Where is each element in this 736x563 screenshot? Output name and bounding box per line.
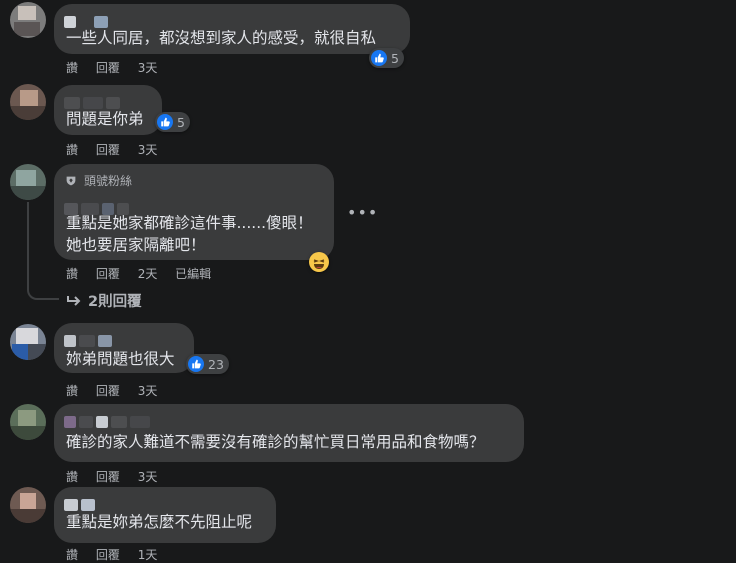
more-options-icon[interactable]: ••• bbox=[347, 203, 378, 222]
reply-button[interactable]: 回覆 bbox=[96, 143, 120, 157]
like-button[interactable]: 讚 bbox=[66, 61, 78, 75]
comment-text: 一些人同居，都沒想到家人的感受，就很自私 bbox=[66, 29, 377, 47]
view-replies-link[interactable]: 2則回覆 bbox=[66, 290, 142, 311]
reply-button[interactable]: 回覆 bbox=[96, 267, 120, 281]
reply-button[interactable]: 回覆 bbox=[96, 61, 120, 75]
commenter-name[interactable] bbox=[64, 496, 98, 511]
like-button[interactable]: 讚 bbox=[66, 470, 78, 484]
commenter-name[interactable] bbox=[64, 332, 115, 347]
avatar[interactable] bbox=[10, 2, 46, 38]
reply-count: 2則回覆 bbox=[88, 294, 142, 310]
reaction-number: 5 bbox=[177, 114, 185, 130]
timestamp[interactable]: 3天 bbox=[138, 61, 158, 75]
timestamp[interactable]: 1天 bbox=[138, 548, 158, 562]
comment-text-line1: 重點是她家都確診這件事......傻眼！ bbox=[66, 214, 313, 232]
comment-actions: 讚 回覆 3天 bbox=[66, 59, 171, 76]
commenter-name[interactable] bbox=[64, 94, 123, 109]
edited-label: 已編輯 bbox=[175, 267, 212, 281]
avatar[interactable] bbox=[10, 84, 46, 120]
thumbs-up-icon bbox=[157, 114, 173, 130]
comment-bubble: 問題是你弟 bbox=[54, 85, 162, 135]
commenter-name[interactable] bbox=[64, 13, 111, 28]
top-fan-badge-icon bbox=[66, 176, 76, 185]
thumbs-up-icon bbox=[371, 50, 387, 66]
badge-label: 頭號粉絲 bbox=[84, 174, 133, 188]
comment-bubble: 一些人同居，都沒想到家人的感受，就很自私 bbox=[54, 4, 410, 54]
timestamp[interactable]: 2天 bbox=[138, 267, 158, 281]
comment-bubble: 確診的家人難道不需要沒有確診的幫忙買日常用品和食物嗎？ bbox=[54, 404, 524, 462]
timestamp[interactable]: 3天 bbox=[138, 143, 158, 157]
comment-bubble: 重點是妳弟怎麼不先阻止呢 bbox=[54, 487, 276, 543]
reply-button[interactable]: 回覆 bbox=[96, 384, 120, 398]
thumbs-up-icon bbox=[188, 356, 204, 372]
comment-actions: 讚 回覆 3天 bbox=[66, 382, 171, 399]
like-button[interactable]: 讚 bbox=[66, 267, 78, 281]
comment-actions: 讚 回覆 1天 bbox=[66, 546, 171, 563]
avatar[interactable] bbox=[10, 487, 46, 523]
commenter-name[interactable] bbox=[64, 413, 153, 428]
commenter-name[interactable] bbox=[64, 200, 132, 215]
reaction-count[interactable]: 5 bbox=[155, 112, 190, 132]
reply-arrow-icon bbox=[67, 295, 81, 306]
comment-actions: 讚 回覆 3天 bbox=[66, 141, 171, 158]
timestamp[interactable]: 3天 bbox=[138, 384, 158, 398]
reaction-count[interactable]: 23 bbox=[186, 354, 229, 374]
reply-button[interactable]: 回覆 bbox=[96, 470, 120, 484]
avatar[interactable] bbox=[10, 324, 46, 360]
comment-text-line2: 她也要居家隔離吧！ bbox=[66, 236, 206, 254]
avatar[interactable] bbox=[10, 164, 46, 200]
comment-actions: 讚 回覆 3天 bbox=[66, 468, 171, 485]
comment-actions: 讚 回覆 2天 已編輯 bbox=[66, 265, 225, 282]
like-button[interactable]: 讚 bbox=[66, 143, 78, 157]
laugh-emoji-icon[interactable] bbox=[309, 252, 329, 272]
top-fan-badge[interactable]: 頭號粉絲 bbox=[64, 172, 132, 189]
reply-button[interactable]: 回覆 bbox=[96, 548, 120, 562]
comment-text: 妳弟問題也很大 bbox=[66, 350, 175, 368]
comment-bubble: 頭號粉絲 重點是她家都確診這件事......傻眼！ 她也要居家隔離吧！ bbox=[54, 164, 334, 260]
reaction-count[interactable]: 5 bbox=[369, 48, 404, 68]
comment-text: 問題是你弟 bbox=[66, 110, 144, 128]
comment-text: 重點是妳弟怎麼不先阻止呢 bbox=[66, 513, 253, 531]
comment-bubble: 妳弟問題也很大 bbox=[54, 323, 194, 373]
reaction-number: 5 bbox=[391, 50, 399, 66]
avatar[interactable] bbox=[10, 404, 46, 440]
like-button[interactable]: 讚 bbox=[66, 384, 78, 398]
reaction-number: 23 bbox=[208, 356, 224, 372]
comment-text: 確診的家人難道不需要沒有確診的幫忙買日常用品和食物嗎？ bbox=[66, 433, 485, 451]
like-button[interactable]: 讚 bbox=[66, 548, 78, 562]
timestamp[interactable]: 3天 bbox=[138, 470, 158, 484]
